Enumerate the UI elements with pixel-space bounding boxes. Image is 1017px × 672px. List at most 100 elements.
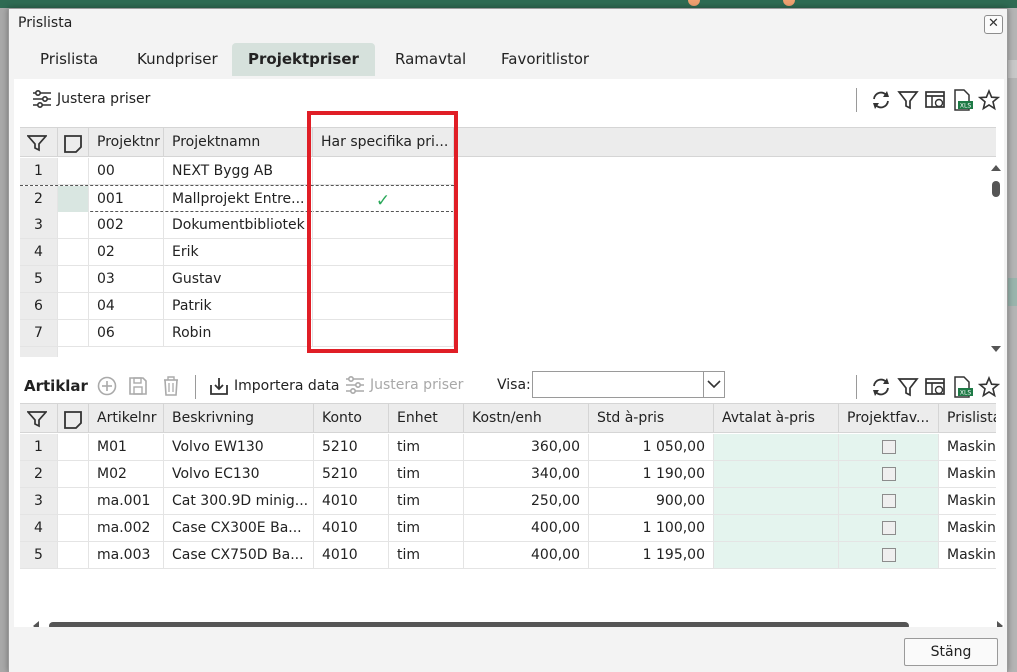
project-row[interactable]: 2 001 Mallprojekt Entre... ✓ [20,185,454,212]
project-favorite-cell[interactable] [839,434,939,460]
tab-favoritlistor[interactable]: Favoritlistor [485,43,605,76]
row-number[interactable]: 2 [20,461,58,487]
chevron-down-icon[interactable] [703,372,724,397]
tab-prislista[interactable]: Prislista [24,43,114,76]
article-number-cell[interactable]: ma.003 [89,542,164,568]
project-name-cell[interactable]: Robin [164,320,313,346]
article-row[interactable]: 2 M02 Volvo EC130 5210 tim 340,00 1 190,00 Mask… [20,461,996,488]
tab-kundpriser[interactable]: Kundpriser [121,43,234,76]
column-header-konto[interactable]: Konto [314,404,389,433]
description-cell[interactable]: Volvo EW130 [164,434,314,460]
row-number[interactable]: 5 [20,542,58,568]
note-cell[interactable] [58,266,89,292]
project-name-cell[interactable]: Erik [164,239,313,265]
row-number[interactable]: 6 [20,293,58,319]
column-filter-cell[interactable] [20,128,58,157]
refresh-icon[interactable] [870,376,892,398]
project-number-cell[interactable]: 00 [89,158,164,184]
project-favorite-cell[interactable] [839,542,939,568]
standard-price-cell[interactable]: 1 100,00 [589,515,714,541]
close-button[interactable]: Stäng [904,638,998,666]
price-list-cell[interactable]: Maskiner [939,434,996,460]
article-number-cell[interactable]: M02 [89,461,164,487]
note-cell[interactable] [58,186,89,212]
cost-per-unit-cell[interactable]: 340,00 [464,461,589,487]
cost-per-unit-cell[interactable]: 400,00 [464,515,589,541]
project-favorite-checkbox[interactable] [881,440,896,454]
column-filter-cell[interactable] [20,404,58,433]
project-number-cell[interactable]: 06 [89,320,164,346]
cost-per-unit-cell[interactable]: 250,00 [464,488,589,514]
project-number-cell[interactable]: 04 [89,293,164,319]
standard-price-cell[interactable]: 1 050,00 [589,434,714,460]
project-favorite-checkbox[interactable] [881,467,896,481]
tab-projektpriser[interactable]: Projektpriser [232,43,375,76]
specific-prices-cell[interactable]: ✓ [313,186,454,212]
price-list-cell[interactable]: Maskiner [939,515,996,541]
article-number-cell[interactable]: M01 [89,434,164,460]
note-cell[interactable] [58,542,89,568]
column-note-cell[interactable] [58,128,89,157]
description-cell[interactable]: Case CX300E Ba... [164,515,314,541]
column-header-avtalat-a-pris[interactable]: Avtalat à-pris [714,404,839,433]
favorite-star-icon[interactable] [978,376,1000,398]
price-list-cell[interactable]: Maskiner [939,461,996,487]
row-number[interactable]: 2 [20,186,58,212]
unit-cell[interactable]: tim [389,461,464,487]
account-cell[interactable]: 4010 [314,488,389,514]
agreed-price-cell[interactable] [714,515,839,541]
project-number-cell[interactable]: 03 [89,266,164,292]
row-number[interactable]: 3 [20,212,58,238]
project-name-cell[interactable]: Mallprojekt Entre... [164,186,313,212]
project-favorite-cell[interactable] [839,515,939,541]
price-list-cell[interactable]: Maskiner [939,542,996,568]
visa-select[interactable] [532,371,725,398]
specific-prices-cell[interactable] [313,266,454,292]
project-row[interactable]: 3 002 Dokumentbibliotek [20,212,454,239]
note-cell[interactable] [58,293,89,319]
specific-prices-cell[interactable] [313,158,454,184]
description-cell[interactable]: Volvo EC130 [164,461,314,487]
description-cell[interactable]: Case CX750D Ba... [164,542,314,568]
column-header-prislista[interactable]: Prislista [939,404,996,433]
project-favorite-checkbox[interactable] [881,521,896,535]
project-name-cell[interactable]: Dokumentbibliotek [164,212,313,238]
agreed-price-cell[interactable] [714,542,839,568]
project-row[interactable]: 6 04 Patrik [20,293,454,320]
project-row[interactable]: 5 03 Gustav [20,266,454,293]
unit-cell[interactable]: tim [389,434,464,460]
unit-cell[interactable]: tim [389,515,464,541]
project-favorite-checkbox[interactable] [881,548,896,562]
note-cell[interactable] [58,434,89,460]
standard-price-cell[interactable]: 900,00 [589,488,714,514]
article-row[interactable]: 4 ma.002 Case CX300E Ba... 4010 tim 400,00 1 1… [20,515,996,542]
project-name-cell[interactable]: Patrik [164,293,313,319]
account-cell[interactable]: 4010 [314,515,389,541]
article-row[interactable]: 3 ma.001 Cat 300.9D minig... 4010 tim 250,00 9… [20,488,996,515]
project-row[interactable]: 7 06 Robin [20,320,454,347]
note-cell[interactable] [58,488,89,514]
column-header-kostn-enh[interactable]: Kostn/enh [464,404,589,433]
unit-cell[interactable]: tim [389,488,464,514]
column-header-projektnamn[interactable]: Projektnamn [164,128,313,157]
specific-prices-cell[interactable] [313,212,454,238]
close-icon[interactable]: ✕ [984,15,1003,34]
column-header-artikelnr[interactable]: Artikelnr [89,404,164,433]
row-number[interactable]: 4 [20,239,58,265]
project-row[interactable]: 4 02 Erik [20,239,454,266]
agreed-price-cell[interactable] [714,461,839,487]
account-cell[interactable]: 4010 [314,542,389,568]
project-number-cell[interactable]: 002 [89,212,164,238]
columns-icon[interactable] [924,89,946,111]
adjust-prices-button[interactable]: Justera priser [32,90,150,108]
price-list-cell[interactable]: Maskiner [939,488,996,514]
description-cell[interactable]: Cat 300.9D minig... [164,488,314,514]
refresh-icon[interactable] [870,89,892,111]
note-cell[interactable] [58,212,89,238]
project-favorite-checkbox[interactable] [881,494,896,508]
filter-icon[interactable] [897,376,919,398]
account-cell[interactable]: 5210 [314,434,389,460]
excel-export-icon[interactable]: XLS [951,89,973,111]
article-number-cell[interactable]: ma.001 [89,488,164,514]
column-header-projektnr[interactable]: Projektnr [89,128,164,157]
